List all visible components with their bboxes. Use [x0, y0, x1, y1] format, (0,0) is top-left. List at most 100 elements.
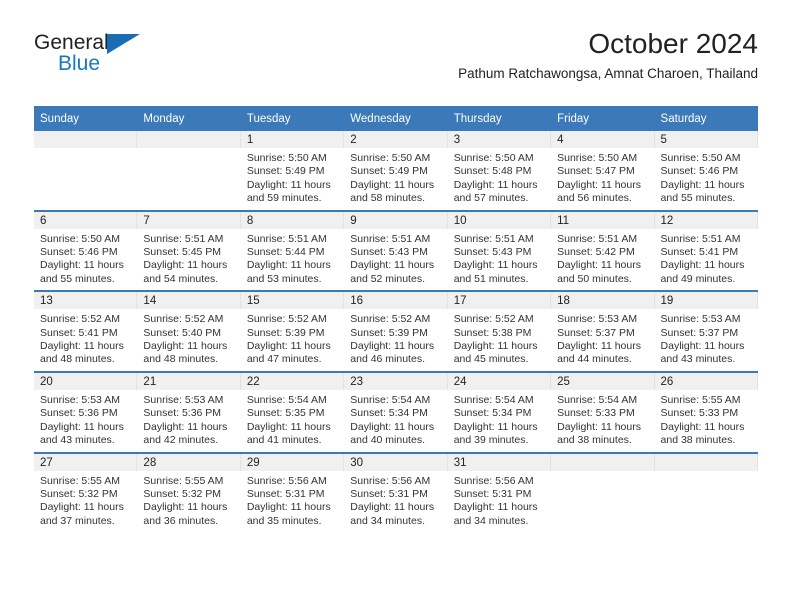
generalblue-logo[interactable]: General Blue	[34, 32, 214, 84]
calendar-day-cell[interactable]: 24 Sunrise: 5:54 AM Sunset: 5:34 PM Dayligh…	[447, 370, 552, 453]
calendar-day-cell[interactable]: 15 Sunrise: 5:52 AM Sunset: 5:39 PM Dayligh…	[240, 290, 345, 372]
calendar-day-cell[interactable]: 27 Sunrise: 5:55 AM Sunset: 5:32 PM Dayligh…	[34, 451, 138, 533]
daylight-duration-line2: and 44 minutes.	[557, 353, 632, 366]
sunrise-time: Sunrise: 5:54 AM	[557, 393, 638, 406]
calendar-day-cell-empty	[137, 131, 241, 211]
calendar-day-cell[interactable]: 8 Sunrise: 5:51 AM Sunset: 5:44 PM Daylight…	[240, 209, 345, 292]
daylight-duration-line2: and 56 minutes.	[557, 192, 632, 205]
day-number	[137, 131, 241, 148]
sunrise-time: Sunrise: 5:53 AM	[660, 313, 741, 326]
sunrise-time: Sunrise: 5:52 AM	[453, 313, 534, 326]
calendar-day-cell[interactable]: 16 Sunrise: 5:52 AM Sunset: 5:39 PM Dayligh…	[344, 290, 448, 372]
calendar-day-cell[interactable]: 10 Sunrise: 5:51 AM Sunset: 5:43 PM Dayligh…	[447, 209, 552, 292]
sunrise-time: Sunrise: 5:51 AM	[453, 232, 534, 245]
day-number: 8	[240, 211, 345, 229]
day-number: 1	[240, 131, 345, 148]
calendar-day-cell[interactable]: 20 Sunrise: 5:53 AM Sunset: 5:36 PM Dayligh…	[34, 370, 138, 453]
daylight-duration-line2: and 43 minutes.	[40, 434, 115, 447]
calendar-day-cell[interactable]: 26 Sunrise: 5:55 AM Sunset: 5:33 PM Dayligh…	[654, 370, 758, 453]
weekday-header-saturday: Saturday	[654, 106, 758, 131]
day-number: 12	[654, 211, 758, 229]
calendar-day-cell[interactable]: 11 Sunrise: 5:51 AM Sunset: 5:42 PM Dayligh…	[551, 209, 655, 292]
sunrise-time: Sunrise: 5:55 AM	[40, 474, 120, 487]
sunset-time: Sunset: 5:39 PM	[350, 326, 428, 339]
sunset-time: Sunset: 5:45 PM	[143, 246, 222, 259]
calendar-day-cell[interactable]: 6 Sunrise: 5:50 AM Sunset: 5:46 PM Daylight…	[34, 209, 138, 292]
sunrise-time: Sunrise: 5:52 AM	[246, 313, 327, 326]
day-number: 27	[34, 453, 138, 471]
calendar-body: 1 Sunrise: 5:50 AM Sunset: 5:49 PM Daylight…	[34, 131, 758, 533]
weekday-header-wednesday: Wednesday	[344, 106, 448, 131]
sunrise-time: Sunrise: 5:50 AM	[453, 152, 534, 164]
logo-text-blue: Blue	[58, 52, 101, 75]
sunrise-time: Sunrise: 5:56 AM	[453, 474, 534, 487]
daylight-duration-line2: and 58 minutes.	[350, 192, 425, 205]
sunrise-time: Sunrise: 5:56 AM	[246, 474, 327, 487]
daylight-duration-line2: and 49 minutes.	[660, 272, 736, 285]
sunrise-time: Sunrise: 5:54 AM	[453, 393, 534, 406]
sunset-time: Sunset: 5:37 PM	[557, 326, 635, 339]
day-number: 17	[447, 292, 552, 310]
sunset-time: Sunset: 5:43 PM	[350, 246, 428, 259]
daylight-duration-line1: Daylight: 11 hours	[557, 259, 641, 272]
daylight-duration-line1: Daylight: 11 hours	[350, 259, 435, 272]
day-details: Sunrise: 5:53 AM Sunset: 5:36 PM Daylight:…	[137, 390, 240, 452]
calendar-day-cell[interactable]: 21 Sunrise: 5:53 AM Sunset: 5:36 PM Dayligh…	[137, 370, 241, 453]
weekday-header-thursday: Thursday	[447, 106, 552, 131]
day-details: Sunrise: 5:53 AM Sunset: 5:36 PM Daylight:…	[34, 390, 137, 452]
daylight-duration-line2: and 45 minutes.	[453, 353, 529, 366]
daylight-duration-line2: and 54 minutes.	[143, 272, 219, 285]
calendar-day-cell[interactable]: 1 Sunrise: 5:50 AM Sunset: 5:49 PM Daylight…	[240, 131, 345, 211]
sunrise-time: Sunrise: 5:51 AM	[660, 232, 741, 245]
calendar-day-cell[interactable]: 5 Sunrise: 5:50 AM Sunset: 5:46 PM Daylight…	[654, 131, 758, 211]
day-number	[551, 453, 655, 471]
day-details: Sunrise: 5:51 AM Sunset: 5:42 PM Daylight:…	[551, 229, 654, 291]
daylight-duration-line2: and 38 minutes.	[660, 434, 736, 447]
sunset-time: Sunset: 5:36 PM	[143, 407, 222, 420]
calendar-day-cell[interactable]: 31 Sunrise: 5:56 AM Sunset: 5:31 PM Dayligh…	[447, 451, 552, 533]
day-number: 30	[344, 453, 448, 471]
daylight-duration-line2: and 55 minutes.	[40, 272, 115, 285]
calendar-day-cell[interactable]: 17 Sunrise: 5:52 AM Sunset: 5:38 PM Dayligh…	[447, 290, 552, 372]
calendar-day-cell[interactable]: 13 Sunrise: 5:52 AM Sunset: 5:41 PM Dayligh…	[34, 290, 138, 372]
sunset-time: Sunset: 5:46 PM	[660, 165, 739, 178]
calendar-day-cell[interactable]: 28 Sunrise: 5:55 AM Sunset: 5:32 PM Dayligh…	[137, 451, 241, 533]
calendar-day-cell[interactable]: 14 Sunrise: 5:52 AM Sunset: 5:40 PM Dayligh…	[137, 290, 241, 372]
daylight-duration-line1: Daylight: 11 hours	[246, 178, 331, 191]
calendar-day-cell[interactable]: 25 Sunrise: 5:54 AM Sunset: 5:33 PM Dayligh…	[551, 370, 655, 453]
day-details: Sunrise: 5:52 AM Sunset: 5:39 PM Daylight:…	[241, 309, 344, 371]
calendar-day-cell[interactable]: 12 Sunrise: 5:51 AM Sunset: 5:41 PM Dayligh…	[654, 209, 758, 292]
daylight-duration-line1: Daylight: 11 hours	[453, 340, 538, 353]
calendar-day-cell[interactable]: 4 Sunrise: 5:50 AM Sunset: 5:47 PM Daylight…	[551, 131, 655, 211]
sunset-time: Sunset: 5:41 PM	[660, 246, 739, 259]
sunrise-time: Sunrise: 5:56 AM	[350, 474, 431, 487]
weekday-header-sunday: Sunday	[34, 106, 138, 131]
sunset-time: Sunset: 5:38 PM	[453, 326, 532, 339]
calendar-day-cell[interactable]: 22 Sunrise: 5:54 AM Sunset: 5:35 PM Dayligh…	[240, 370, 345, 453]
sunrise-time: Sunrise: 5:50 AM	[350, 152, 431, 164]
calendar-day-cell[interactable]: 2 Sunrise: 5:50 AM Sunset: 5:49 PM Daylight…	[344, 131, 448, 211]
day-details: Sunrise: 5:50 AM Sunset: 5:48 PM Daylight:…	[448, 148, 551, 210]
day-details: Sunrise: 5:54 AM Sunset: 5:35 PM Daylight:…	[241, 390, 344, 452]
page-header: General Blue October 2024 Pathum Ratchaw…	[34, 28, 758, 94]
calendar-day-cell[interactable]: 23 Sunrise: 5:54 AM Sunset: 5:34 PM Dayligh…	[344, 370, 448, 453]
daylight-duration-line2: and 55 minutes.	[660, 192, 736, 205]
sunset-time: Sunset: 5:49 PM	[246, 165, 325, 178]
day-number: 15	[240, 292, 345, 310]
calendar-day-cell[interactable]: 3 Sunrise: 5:50 AM Sunset: 5:48 PM Daylight…	[447, 131, 552, 211]
daylight-duration-line1: Daylight: 11 hours	[453, 420, 538, 433]
calendar-day-cell[interactable]: 18 Sunrise: 5:53 AM Sunset: 5:37 PM Dayligh…	[551, 290, 655, 372]
sunset-time: Sunset: 5:49 PM	[350, 165, 428, 178]
sunrise-time: Sunrise: 5:52 AM	[143, 313, 224, 326]
daylight-duration-line1: Daylight: 11 hours	[143, 420, 228, 433]
sunset-time: Sunset: 5:46 PM	[40, 246, 118, 259]
calendar-day-cell[interactable]: 30 Sunrise: 5:56 AM Sunset: 5:31 PM Dayligh…	[344, 451, 448, 533]
calendar-day-cell[interactable]: 29 Sunrise: 5:56 AM Sunset: 5:31 PM Dayligh…	[240, 451, 345, 533]
day-details: Sunrise: 5:51 AM Sunset: 5:43 PM Daylight:…	[448, 229, 551, 291]
calendar-day-cell[interactable]: 9 Sunrise: 5:51 AM Sunset: 5:43 PM Daylight…	[344, 209, 448, 292]
daylight-duration-line1: Daylight: 11 hours	[453, 259, 538, 272]
day-details: Sunrise: 5:51 AM Sunset: 5:43 PM Daylight:…	[344, 229, 447, 291]
calendar-day-cell[interactable]: 19 Sunrise: 5:53 AM Sunset: 5:37 PM Dayligh…	[654, 290, 758, 372]
calendar-day-cell[interactable]: 7 Sunrise: 5:51 AM Sunset: 5:45 PM Daylight…	[137, 209, 241, 292]
day-details: Sunrise: 5:56 AM Sunset: 5:31 PM Daylight:…	[448, 471, 551, 533]
